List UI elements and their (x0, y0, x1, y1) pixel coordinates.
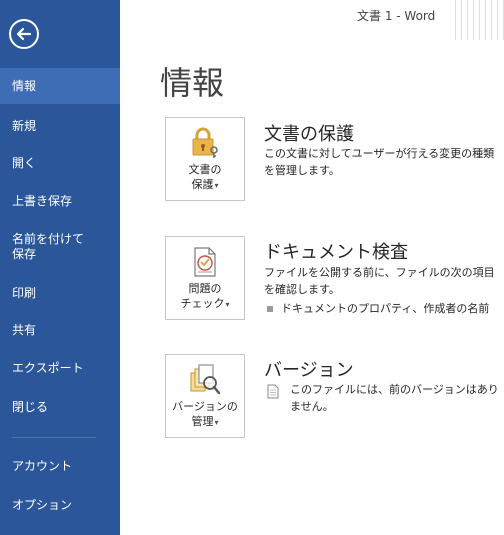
versions-description: このファイルには、前のバージョンはありません。 (290, 383, 499, 413)
check-for-issues-label: 問題の チェック▾ (166, 281, 244, 312)
versions-magnifier-icon (190, 364, 221, 395)
inspect-bullet-item: ドキュメントのプロパティ、作成者の名前 (264, 300, 500, 317)
nav-item-info[interactable]: 情報 (0, 68, 120, 104)
back-arrow-icon (16, 27, 32, 41)
nav-item-save[interactable]: 上書き保存 (0, 189, 120, 213)
nav-item-close[interactable]: 閉じる (0, 395, 120, 419)
document-check-icon (194, 247, 216, 277)
tile-label-line2: チェック (180, 297, 225, 310)
dropdown-caret-icon: ▾ (214, 181, 219, 190)
manage-versions-label: バージョンの 管理▾ (166, 399, 244, 430)
nav-divider (12, 437, 96, 438)
protect-document-label: 文書の 保護▾ (166, 162, 244, 193)
manage-versions-button[interactable]: バージョンの 管理▾ (165, 354, 245, 438)
tile-label-line2: 保護 (191, 178, 214, 191)
protect-document-title: 文書の保護 (264, 124, 354, 145)
bullet-square-icon (267, 305, 273, 312)
nav-item-open[interactable]: 開く (0, 151, 120, 175)
nav-item-share[interactable]: 共有 (0, 318, 120, 342)
page-title: 情報 (160, 64, 225, 102)
protect-document-description: この文書に対してユーザーが行える変更の種類を管理します。 (264, 147, 495, 177)
nav-item-print[interactable]: 印刷 (0, 281, 120, 305)
check-for-issues-button[interactable]: 問題の チェック▾ (165, 236, 245, 320)
tile-label-line1: 問題の (188, 282, 222, 295)
title-decoration (450, 0, 504, 40)
dropdown-caret-icon: ▾ (225, 300, 230, 309)
document-icon (266, 384, 280, 403)
nav-item-account[interactable]: アカウント (0, 454, 120, 478)
bullet-text: ドキュメントのプロパティ、作成者の名前 (281, 302, 490, 315)
inspect-document-title: ドキュメント検査 (264, 242, 408, 263)
backstage-sidebar: 情報 新規 開く 上書き保存 名前を付けて 保存 印刷 共有 エクスポート 閉じ… (0, 0, 120, 535)
inspect-document-description: ファイルを公開する前に、ファイルの次の項目を確認します。 (264, 266, 495, 296)
dropdown-caret-icon: ▾ (214, 418, 219, 427)
nav-item-options[interactable]: オプション (0, 493, 120, 517)
versions-title: バージョン (264, 360, 354, 381)
lock-key-icon (192, 127, 218, 158)
back-button[interactable] (9, 19, 39, 49)
tile-label-line1: バージョンの (172, 400, 238, 413)
nav-item-new[interactable]: 新規 (0, 114, 120, 138)
protect-document-button[interactable]: 文書の 保護▾ (165, 117, 245, 201)
nav-item-export[interactable]: エクスポート (0, 356, 120, 380)
window-title: 文書 1 - Word (357, 9, 436, 23)
tile-label-line1: 文書の (188, 163, 222, 176)
tile-label-line2: 管理 (191, 415, 214, 428)
nav-item-save-as[interactable]: 名前を付けて 保存 (0, 229, 120, 265)
